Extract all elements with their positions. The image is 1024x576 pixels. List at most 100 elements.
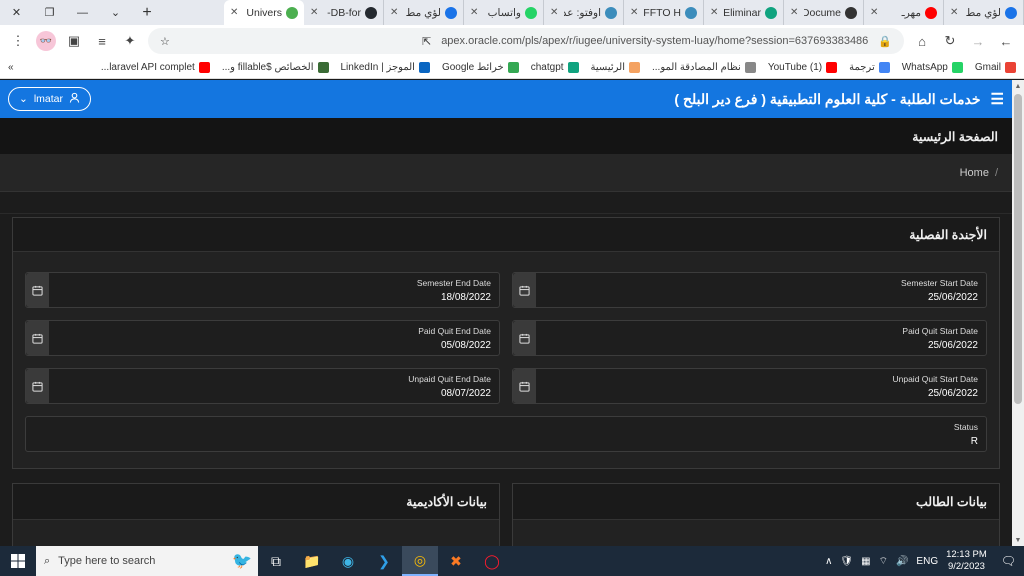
browser-tab[interactable]: ✕ اوفتو: عد xyxy=(544,0,624,25)
user-icon xyxy=(69,92,80,106)
user-menu-button[interactable]: ⌄ lmatar xyxy=(8,87,91,111)
close-tab-icon[interactable]: ✕ xyxy=(790,7,800,18)
status-field[interactable]: Status R xyxy=(25,416,987,452)
close-tab-icon[interactable]: ✕ xyxy=(630,7,640,18)
clock[interactable]: 12:13 PM 9/2/2023 xyxy=(946,549,987,573)
profile-avatar[interactable]: 👓 xyxy=(36,31,56,51)
bookmark-star-icon[interactable]: ☆ xyxy=(160,35,170,48)
kebab-menu-icon[interactable]: ⋮ xyxy=(8,31,28,51)
reading-list-icon[interactable]: ≡ xyxy=(92,31,112,51)
semester-start-date-field[interactable]: Semester Start Date 25/06/2022 xyxy=(512,272,987,308)
file-explorer-icon[interactable]: 📁 xyxy=(294,546,330,576)
field-body: Semester Start Date 25/06/2022 xyxy=(536,273,986,307)
close-tab-icon[interactable]: ✕ xyxy=(950,7,960,18)
calendar-icon[interactable] xyxy=(513,273,536,307)
restore-window-icon[interactable]: ❐ xyxy=(33,0,66,25)
bookmark-favicon-icon xyxy=(744,62,756,73)
home-icon[interactable]: ⌂ xyxy=(912,31,932,51)
scroll-up-icon[interactable]: ▲ xyxy=(1012,80,1024,92)
back-icon[interactable]: ← xyxy=(996,31,1016,51)
unpaid-quit-start-date-field[interactable]: Unpaid Quit Start Date 25/06/2022 xyxy=(512,368,987,404)
calendar-icon[interactable] xyxy=(26,369,49,403)
calendar-icon[interactable] xyxy=(513,321,536,355)
page-scrollbar[interactable]: ▲ ▼ xyxy=(1012,80,1024,546)
network-icon[interactable]: ▦ xyxy=(861,556,870,567)
browser-tab[interactable]: ✕ Eliminar xyxy=(704,0,784,25)
spacer xyxy=(0,192,1012,214)
install-app-icon[interactable]: ⇱ xyxy=(422,35,431,48)
hamburger-menu-icon[interactable]: ☰ xyxy=(991,90,1004,108)
field-body: Paid Quit End Date 05/08/2022 xyxy=(49,321,499,355)
browser-tab[interactable]: ✕ لؤي مط xyxy=(384,0,464,25)
bookmark-item[interactable]: الموجز | LinkedIn xyxy=(341,62,430,73)
extensions-icon[interactable]: ✦ xyxy=(120,31,140,51)
close-tab-icon[interactable]: ✕ xyxy=(230,7,240,18)
browser-tab[interactable]: ✕ Univers xyxy=(224,0,304,25)
vscode-icon[interactable]: ❯ xyxy=(366,546,402,576)
edge-icon[interactable]: ◉ xyxy=(330,546,366,576)
bookmark-item[interactable]: خرائط Google xyxy=(442,62,519,73)
bookmark-item[interactable]: الخصائص $fillable و... xyxy=(222,62,329,73)
chevron-down-icon: ⌄ xyxy=(19,93,28,105)
antivirus-icon[interactable]: 🛡 xyxy=(840,556,853,567)
bookmark-item[interactable]: WhatsApp xyxy=(902,62,963,73)
close-tab-icon[interactable]: ✕ xyxy=(550,7,560,18)
paid-quit-start-date-field[interactable]: Paid Quit Start Date 25/06/2022 xyxy=(512,320,987,356)
tab-search-icon[interactable]: ✕ xyxy=(0,0,33,25)
calendar-icon[interactable] xyxy=(26,321,49,355)
calendar-icon[interactable] xyxy=(513,369,536,403)
notifications-icon[interactable]: 🗨 xyxy=(1001,554,1016,568)
search-icon: ⌕ xyxy=(44,554,51,567)
paid-quit-end-date-field[interactable]: Paid Quit End Date 05/08/2022 xyxy=(25,320,500,356)
xampp-icon[interactable]: ✖ xyxy=(438,546,474,576)
browser-tab[interactable]: ✕ DB-for- xyxy=(304,0,384,25)
close-tab-icon[interactable]: ✕ xyxy=(470,7,480,18)
bookmark-item[interactable]: Gmail xyxy=(975,62,1016,73)
unpaid-quit-end-date-field[interactable]: Unpaid Quit End Date 08/07/2022 xyxy=(25,368,500,404)
bookmark-item[interactable]: chatgpt xyxy=(531,62,579,73)
close-tab-icon[interactable]: ✕ xyxy=(310,7,320,18)
field-label: Unpaid Quit End Date xyxy=(408,373,491,384)
scroll-down-icon[interactable]: ▼ xyxy=(1012,534,1024,546)
language-indicator[interactable]: ENG xyxy=(916,556,938,567)
close-tab-icon[interactable]: ✕ xyxy=(710,7,720,18)
browser-tab[interactable]: ✕ واتساب xyxy=(464,0,544,25)
breadcrumb-home[interactable]: Home xyxy=(960,167,989,179)
reload-icon[interactable]: ↻ xyxy=(940,31,960,51)
task-view-icon[interactable]: ⧉ xyxy=(258,546,294,576)
new-tab-button[interactable]: + xyxy=(132,0,162,25)
bookmark-item[interactable]: laravel API complet... xyxy=(101,62,210,73)
browser-tab[interactable]: ✕ OFFTO H xyxy=(624,0,704,25)
clock-time: 12:13 PM xyxy=(946,549,987,560)
more-bookmarks-icon[interactable]: « xyxy=(8,62,14,73)
side-panel-icon[interactable]: ▣ xyxy=(64,31,84,51)
close-tab-icon[interactable]: ✕ xyxy=(390,7,400,18)
browser-tab[interactable]: ✕ Docume xyxy=(784,0,864,25)
bookmark-item[interactable]: YouTube (1) xyxy=(768,62,838,73)
taskbar-search[interactable]: ⌕ Type here to search 🐦 xyxy=(36,546,258,576)
volume-icon[interactable]: 🔊 xyxy=(896,556,908,567)
tray-chevron-icon[interactable]: ∧ xyxy=(825,556,832,567)
bookmark-item[interactable]: نظام المصادقة المو... xyxy=(652,62,756,73)
chevron-down-icon[interactable]: ⌄ xyxy=(99,0,132,25)
semester-end-date-field[interactable]: Semester End Date 18/08/2022 xyxy=(25,272,500,308)
minimize-window-icon[interactable]: — xyxy=(66,0,99,25)
browser-tab[interactable]: ✕ مهرـ xyxy=(864,0,944,25)
tab-title: لؤي مط xyxy=(405,6,441,19)
forward-icon[interactable]: → xyxy=(968,31,988,51)
bookmark-item[interactable]: الرئيسية xyxy=(591,62,640,73)
browser-tab[interactable]: ✕ لؤي مط xyxy=(944,0,1024,25)
lock-icon[interactable]: 🔒 xyxy=(878,35,892,48)
close-tab-icon[interactable]: ✕ xyxy=(870,7,880,18)
chrome-icon[interactable]: ◎ xyxy=(402,546,438,576)
bookmark-item[interactable]: ترجمة xyxy=(849,62,890,73)
windows-start-icon[interactable] xyxy=(0,546,36,576)
bookmark-favicon-icon xyxy=(507,62,519,73)
field-label: Semester End Date xyxy=(416,277,491,288)
calendar-icon[interactable] xyxy=(26,273,49,307)
wifi-icon[interactable]: ⌔ xyxy=(879,555,888,568)
address-bar[interactable]: ☆ ⇱ apex.oracle.com/pls/apex/r/iugee/uni… xyxy=(148,28,904,54)
url-text[interactable]: apex.oracle.com/pls/apex/r/iugee/univers… xyxy=(441,35,868,47)
opera-icon[interactable]: ◯ xyxy=(474,546,510,576)
scrollbar-thumb[interactable] xyxy=(1014,94,1022,404)
